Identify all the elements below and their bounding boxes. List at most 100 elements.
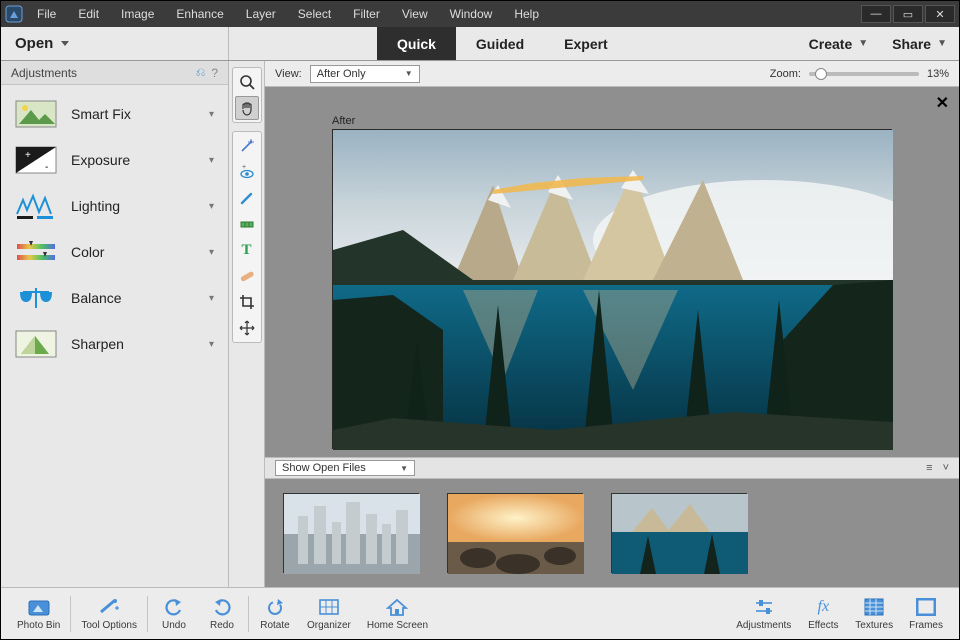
adjustments-list: Smart Fix ▾ +- Exposure ▾ Lighting ▾	[1, 85, 228, 373]
btn-adjustments[interactable]: Adjustments	[728, 596, 799, 631]
app-logo-icon	[1, 1, 27, 27]
menu-select[interactable]: Select	[288, 3, 341, 25]
adj-label: Lighting	[71, 198, 120, 214]
exposure-icon: +-	[15, 145, 57, 175]
btn-label: Rotate	[260, 620, 289, 631]
adjustments-title: Adjustments	[11, 66, 77, 80]
btn-undo[interactable]: Undo	[150, 596, 198, 631]
lighting-icon	[15, 191, 57, 221]
btn-label: Effects	[808, 620, 838, 631]
minimize-button[interactable]: —	[861, 5, 891, 23]
photobin-thumb-3[interactable]	[611, 493, 747, 573]
adj-color[interactable]: Color ▾	[5, 229, 224, 275]
tab-guided[interactable]: Guided	[456, 27, 544, 60]
color-icon	[15, 237, 57, 267]
tool-zoom[interactable]	[235, 70, 259, 94]
canvas-area: ✕ After	[265, 87, 959, 587]
help-icon[interactable]: ?	[211, 66, 218, 80]
tool-options-icon	[98, 596, 120, 618]
photobin-select-value: Show Open Files	[282, 462, 366, 474]
tool-straighten[interactable]	[235, 212, 259, 236]
btn-tool-options[interactable]: Tool Options	[73, 596, 145, 631]
btn-frames[interactable]: Frames	[901, 596, 951, 631]
workspace: View: After Only ▼ Zoom: 13% ✕ After	[265, 61, 959, 587]
menu-help[interactable]: Help	[504, 3, 549, 25]
tab-quick[interactable]: Quick	[377, 27, 456, 60]
tool-type[interactable]: T	[235, 238, 259, 262]
svg-text:-: -	[45, 162, 48, 173]
photobin-menu-icon[interactable]: ≡	[926, 462, 932, 474]
close-document-button[interactable]: ✕	[936, 93, 949, 113]
adj-lighting[interactable]: Lighting ▾	[5, 183, 224, 229]
btn-organizer[interactable]: Organizer	[299, 596, 359, 631]
reset-icon[interactable]: ⎌	[196, 65, 206, 80]
chevron-down-icon: ▾	[209, 247, 214, 258]
btn-textures[interactable]: Textures	[847, 596, 901, 631]
tab-expert[interactable]: Expert	[544, 27, 628, 60]
view-select[interactable]: After Only ▼	[310, 65, 420, 83]
btn-label: Textures	[855, 620, 893, 631]
chevron-down-icon: ▼	[400, 464, 408, 473]
zoom-slider[interactable]	[809, 72, 919, 76]
menu-filter[interactable]: Filter	[343, 3, 390, 25]
btn-label: Adjustments	[736, 620, 791, 631]
main-area: Adjustments ⎌ ? Smart Fix ▾ +- Ex	[1, 61, 959, 587]
sliders-icon	[753, 596, 775, 618]
menu-view[interactable]: View	[392, 3, 438, 25]
adj-balance[interactable]: Balance ▾	[5, 275, 224, 321]
tool-quick-select[interactable]	[235, 134, 259, 158]
frames-icon	[916, 596, 936, 618]
tool-crop[interactable]	[235, 290, 259, 314]
tool-strip: + T	[229, 61, 265, 587]
document-image[interactable]	[332, 129, 892, 449]
adj-sharpen[interactable]: Sharpen ▾	[5, 321, 224, 367]
bottombar: Photo Bin Tool Options Undo Redo Rotate …	[1, 587, 959, 639]
btn-rotate[interactable]: Rotate	[251, 596, 299, 631]
share-button[interactable]: Share	[892, 36, 931, 52]
tool-redeye[interactable]: +	[235, 160, 259, 184]
adjustments-header: Adjustments ⎌ ?	[1, 61, 228, 85]
photobin-collapse-icon[interactable]: ˅	[943, 462, 949, 474]
home-icon	[386, 596, 408, 618]
menu-window[interactable]: Window	[440, 3, 503, 25]
smart-fix-icon	[15, 99, 57, 129]
btn-photo-bin[interactable]: Photo Bin	[9, 596, 68, 631]
tool-whiten[interactable]	[235, 186, 259, 210]
photobin-thumb-2[interactable]	[447, 493, 583, 573]
tool-move[interactable]	[235, 316, 259, 340]
tool-hand[interactable]	[235, 96, 259, 120]
menu-image[interactable]: Image	[111, 3, 164, 25]
adj-smart-fix[interactable]: Smart Fix ▾	[5, 91, 224, 137]
chevron-down-icon: ▼	[405, 69, 413, 78]
btn-home-screen[interactable]: Home Screen	[359, 596, 436, 631]
menu-edit[interactable]: Edit	[68, 3, 109, 25]
btn-label: Undo	[162, 620, 186, 631]
brush-icon	[239, 190, 255, 206]
menu-layer[interactable]: Layer	[236, 3, 286, 25]
maximize-button[interactable]: ▭	[893, 5, 923, 23]
menu-enhance[interactable]: Enhance	[166, 3, 233, 25]
titlebar: File Edit Image Enhance Layer Select Fil…	[1, 1, 959, 27]
btn-label: Photo Bin	[17, 620, 60, 631]
open-button[interactable]: Open	[1, 27, 229, 60]
zoom-value: 13%	[927, 68, 949, 80]
btn-redo[interactable]: Redo	[198, 596, 246, 631]
menu-file[interactable]: File	[27, 3, 66, 25]
close-window-button[interactable]: ✕	[925, 5, 955, 23]
adj-exposure[interactable]: +- Exposure ▾	[5, 137, 224, 183]
photobin-thumb-1[interactable]	[283, 493, 419, 573]
modebar: Open Quick Guided Expert Create ▼ Share …	[1, 27, 959, 61]
open-label: Open	[15, 35, 53, 52]
sharpen-icon	[15, 329, 57, 359]
photobin-select[interactable]: Show Open Files ▼	[275, 460, 415, 476]
level-icon	[239, 216, 255, 232]
zoom-thumb[interactable]	[815, 68, 827, 80]
btn-label: Frames	[909, 620, 943, 631]
redo-icon	[211, 596, 233, 618]
btn-effects[interactable]: fx Effects	[799, 596, 847, 631]
btn-label: Organizer	[307, 620, 351, 631]
tool-spot-heal[interactable]	[235, 264, 259, 288]
create-button[interactable]: Create	[809, 36, 853, 52]
chevron-down-icon: ▾	[209, 293, 214, 304]
chevron-down-icon	[61, 41, 69, 46]
